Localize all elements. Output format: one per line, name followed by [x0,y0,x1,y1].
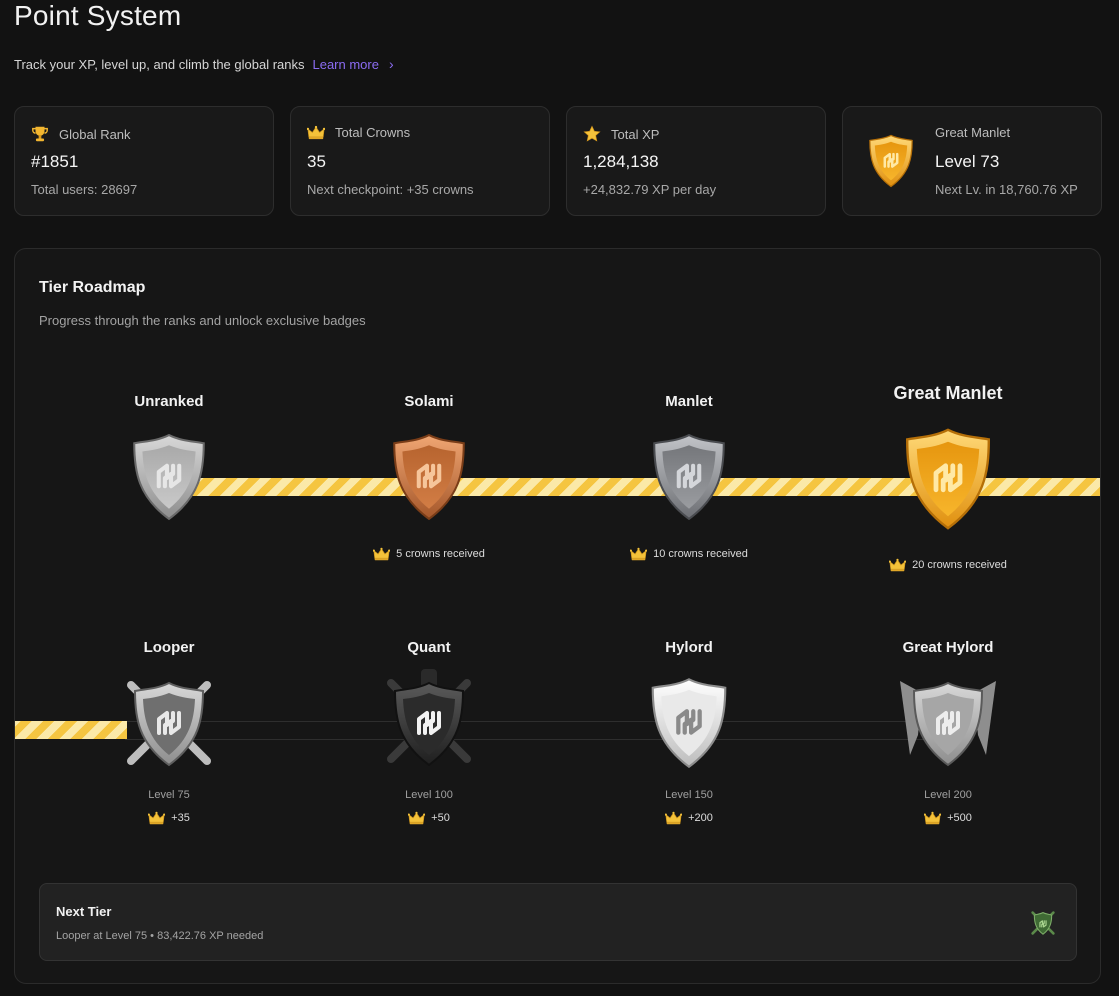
xp-per-day-text: +24,832.79 XP per day [583,182,717,197]
tier-level: Level 75 [148,789,190,801]
tier-requirement-text: 5 crowns received [396,548,485,560]
total-crowns-value: 35 [307,152,326,171]
current-rank-card: Great Manlet Level 73 Next Lv. in 18,760… [842,106,1102,216]
next-tier-title: Next Tier [56,904,112,919]
tier-crowns-text: +500 [947,812,972,824]
tier-crowns-text: +35 [171,812,190,824]
tier-level: Level 200 [924,789,972,801]
tier-name: Solami [404,393,454,410]
tier-roadmap-panel: Tier Roadmap Progress through the ranks … [14,248,1101,984]
steel-shield-icon [653,433,725,521]
learn-more-label: Learn more [312,56,379,72]
total-xp-value: 1,284,138 [583,152,659,171]
looper-badge-icon [1031,911,1055,935]
total-xp-card: Total XP 1,284,138 +24,832.79 XP per day [566,106,826,216]
tier-crowns: +200 [589,811,789,825]
tier-name: Quant [407,639,451,656]
total-crowns-label: Total Crowns [335,125,411,140]
dark-shield-icon [387,669,471,767]
tier-name: Manlet [665,393,713,410]
tier-level: Level 150 [665,789,713,801]
tier-requirement: 5 crowns received [329,547,529,561]
total-xp-label: Total XP [611,126,660,142]
tier-level: Level 100 [405,789,453,801]
bronze-shield-icon [393,433,465,521]
next-checkpoint-text: Next checkpoint: +35 crowns [307,182,474,197]
tier-name: Great Manlet [893,383,1003,403]
crown-icon [148,811,165,825]
tier-name: Unranked [134,393,204,410]
current-level-value: Level 73 [935,152,1000,171]
crown-icon [665,811,682,825]
crown-icon [408,811,425,825]
chevron-right-icon: › [388,56,394,72]
global-rank-label: Global Rank [59,126,131,142]
page-subtitle: Track your XP, level up, and climb the g… [14,56,305,72]
gold-shield-icon [905,428,991,530]
next-tier-box: Next Tier Looper at Level 75 • 83,422.76… [39,883,1077,961]
progress-fill-row2 [15,721,127,739]
tier-name: Hylord [665,639,713,656]
tier-requirement: 20 crowns received [848,558,1048,572]
global-rank-card: Global Rank #1851 Total users: 28697 [14,106,274,216]
crown-icon [924,811,941,825]
winged-shield-icon [900,681,996,767]
learn-more-link[interactable]: Learn more › [312,56,393,72]
tier-requirement: 10 crowns received [589,547,789,561]
crown-icon [630,547,647,561]
page-subtitle-row: Track your XP, level up, and climb the g… [14,56,394,72]
tier-crowns-text: +200 [688,812,713,824]
tier-crowns: +35 [69,811,269,825]
crown-icon [373,547,390,561]
roadmap-title: Tier Roadmap [39,279,146,296]
tier-requirement-text: 20 crowns received [912,559,1007,571]
silver-shield-icon [133,433,205,521]
global-rank-value: #1851 [31,152,79,171]
tier-crowns-text: +50 [431,812,450,824]
total-users-text: Total users: 28697 [31,182,138,197]
roadmap-subtitle: Progress through the ranks and unlock ex… [39,313,366,328]
total-crowns-card: Total Crowns 35 Next checkpoint: +35 cro… [290,106,550,216]
tier-requirement-text: 10 crowns received [653,548,748,560]
current-rank-label: Great Manlet [935,125,1011,140]
crown-icon [307,125,325,140]
tier-crowns: +500 [848,811,1048,825]
next-tier-description: Looper at Level 75 • 83,422.76 XP needed [56,930,264,942]
tier-name: Looper [143,639,195,656]
white-shield-icon [651,678,727,769]
crossed-swords-shield-icon [127,681,211,767]
trophy-icon [32,126,48,142]
gold-shield-icon [869,134,913,188]
star-icon [583,125,601,142]
next-level-xp-text: Next Lv. in 18,760.76 XP [935,182,1078,197]
tier-crowns: +50 [329,811,529,825]
crown-icon [889,558,906,572]
tier-name: Great Hylord [902,639,994,656]
page-title: Point System [14,0,182,31]
progress-track-row2 [125,721,955,740]
